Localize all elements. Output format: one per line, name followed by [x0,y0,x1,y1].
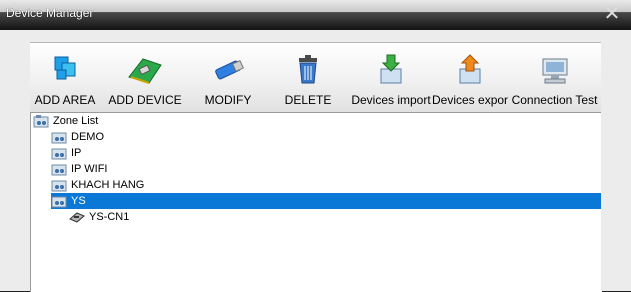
devices-export-label: Devices expor [432,93,508,107]
connection-test-icon [542,58,567,84]
zone-label: YS [71,195,86,207]
zone-label: DEMO [71,131,104,143]
tree-device-ys-cn1[interactable]: YS-CN1 [69,209,269,225]
tree-right-border [601,112,631,291]
delete-button[interactable]: DELETE [274,43,342,111]
add-device-button[interactable]: ADD DEVICE [104,43,186,111]
title-bar: Device Manager ✕ [0,0,631,30]
devices-import-label: Devices import [351,93,431,107]
zone-folder-icon [33,115,49,128]
connection-test-label: Connection Test [511,93,598,107]
zone-label: KHACH HANG [71,179,145,191]
devices-export-button[interactable]: Devices expor [432,43,508,111]
add-device-label: ADD DEVICE [108,93,182,107]
zone-label: IP [71,147,82,159]
zone-folder-icon [51,148,67,160]
zone-folder-icon [51,164,67,176]
add-area-label: ADD AREA [34,93,96,107]
toolbar: ADD AREA ADD DEVICE MODIFY DELETE Device… [30,42,601,113]
window-title: Device Manager [6,6,94,20]
modify-icon [215,60,244,80]
export-icon [459,54,481,84]
add-area-icon [54,56,76,80]
zone-folder-icon [51,132,67,144]
tree-root-label: Zone List [53,115,99,127]
modify-button[interactable]: MODIFY [194,43,262,111]
tree-zone-ys[interactable]: YS [51,193,601,209]
zone-folder-icon [51,180,67,192]
add-area-button[interactable]: ADD AREA [30,43,100,111]
delete-icon [299,55,317,84]
zone-tree: Zone List DEMO IP IP WIFI KHACH HANG YS … [30,112,602,292]
devices-import-button[interactable]: Devices import [350,43,432,111]
delete-label: DELETE [284,93,332,107]
tree-zone-ip[interactable]: IP [51,145,251,161]
add-device-icon [128,58,162,84]
tree-zone-ip-wifi[interactable]: IP WIFI [51,161,251,177]
device-label: YS-CN1 [89,211,130,223]
modify-label: MODIFY [204,93,252,107]
zone-folder-icon [51,196,67,208]
tree-zone-khach-hang[interactable]: KHACH HANG [51,177,251,193]
close-icon[interactable]: ✕ [603,4,621,24]
import-icon [380,54,402,84]
connection-test-button[interactable]: Connection Test [508,43,601,111]
tree-root[interactable]: Zone List [33,113,233,129]
zone-label: IP WIFI [71,163,108,175]
device-icon [69,212,85,223]
tree-zone-demo[interactable]: DEMO [51,129,251,145]
